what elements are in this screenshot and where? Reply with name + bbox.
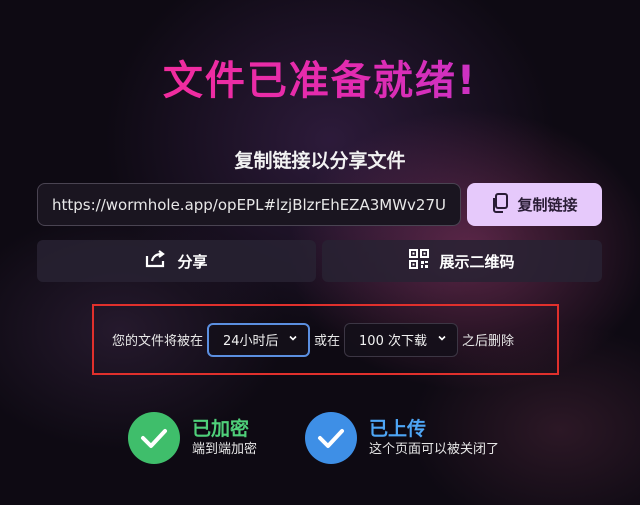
- uploaded-title: 已上传: [369, 418, 427, 440]
- expiry-suffix-text: 之后删除: [462, 334, 515, 349]
- share-icon: [145, 250, 167, 272]
- share-label: 分享: [177, 252, 208, 271]
- share-link-input[interactable]: [37, 183, 461, 226]
- chevron-down-icon: [437, 332, 447, 347]
- expiry-time-value: 24小时后: [223, 334, 279, 349]
- check-icon: [305, 412, 357, 464]
- uploaded-status: 已上传 这个页面可以被关闭了: [305, 412, 499, 464]
- share-button[interactable]: 分享: [37, 240, 316, 282]
- expiry-middle-text: 或在: [314, 334, 341, 349]
- expiry-time-select[interactable]: 24小时后: [207, 322, 311, 357]
- check-icon: [128, 412, 180, 464]
- copy-link-button[interactable]: 复制链接: [467, 183, 602, 226]
- download-limit-select[interactable]: 100 次下载: [344, 322, 459, 357]
- show-qr-label: 展示二维码: [439, 252, 515, 271]
- clipboard-icon: [491, 192, 509, 217]
- expiry-settings: 您的文件将被在 24小时后 或在 100 次下载 之后删除: [92, 304, 559, 375]
- uploaded-subtitle: 这个页面可以被关闭了: [369, 442, 500, 457]
- page-title: 文件已准备就绪!: [0, 48, 640, 106]
- copy-link-label: 复制链接: [517, 197, 578, 214]
- qr-code-icon: [409, 249, 430, 273]
- download-limit-value: 100 次下载: [359, 334, 427, 349]
- chevron-down-icon: [288, 332, 298, 347]
- encrypted-subtitle: 端到端加密: [192, 442, 258, 457]
- encrypted-title: 已加密: [192, 418, 250, 440]
- show-qr-button[interactable]: 展示二维码: [322, 240, 602, 282]
- page-subtitle: 复制链接以分享文件: [234, 150, 406, 172]
- expiry-prefix-text: 您的文件将被在: [112, 334, 204, 349]
- encrypted-status: 已加密 端到端加密: [128, 412, 257, 464]
